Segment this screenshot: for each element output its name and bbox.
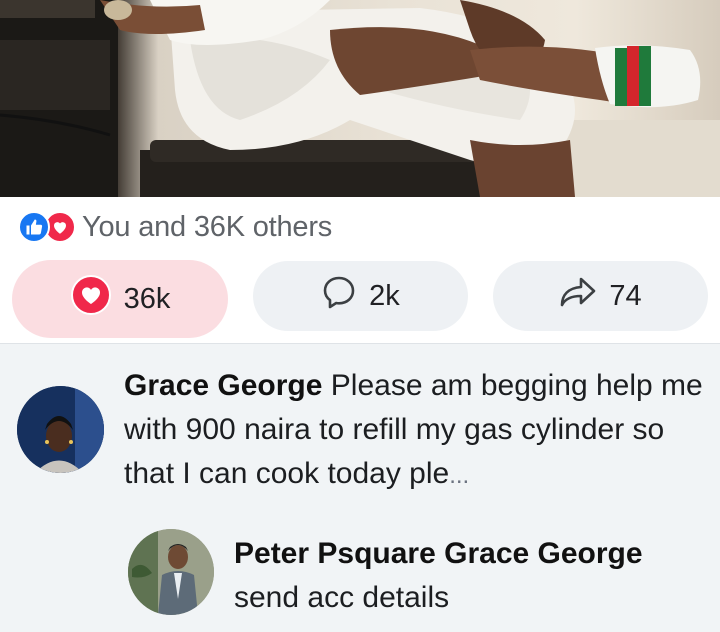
reactions-summary-text: You and 36K others xyxy=(82,210,333,243)
love-count: 36k xyxy=(123,282,171,315)
comment-body[interactable]: Grace George Please am begging help me w… xyxy=(124,364,714,498)
reply-body[interactable]: Peter Psquare Grace George send acc deta… xyxy=(234,532,704,620)
post-photo[interactable] xyxy=(0,0,720,197)
share-count: 74 xyxy=(609,279,642,312)
like-reaction-icon xyxy=(18,211,50,243)
love-button[interactable]: 36k xyxy=(12,260,228,338)
comment-count: 2k xyxy=(369,279,400,312)
comment-button[interactable]: 2k xyxy=(253,261,468,331)
comment-truncation[interactable]: ... xyxy=(449,462,469,489)
comment-icon xyxy=(321,274,357,318)
reply-mention[interactable]: Grace George xyxy=(444,537,642,570)
avatar-peter-psquare[interactable] xyxy=(128,529,214,615)
post-photo-illustration xyxy=(0,0,720,197)
reactions-summary[interactable]: You and 36K others xyxy=(18,208,332,246)
comment-author[interactable]: Grace George xyxy=(124,369,322,402)
avatar-grace-george[interactable] xyxy=(17,386,104,473)
share-icon xyxy=(559,274,597,318)
love-icon xyxy=(70,274,112,324)
reply-text: send acc details xyxy=(234,581,450,614)
reply-author[interactable]: Peter Psquare xyxy=(234,537,436,570)
comments-section: Grace George Please am begging help me w… xyxy=(0,343,720,632)
share-button[interactable]: 74 xyxy=(493,261,708,331)
